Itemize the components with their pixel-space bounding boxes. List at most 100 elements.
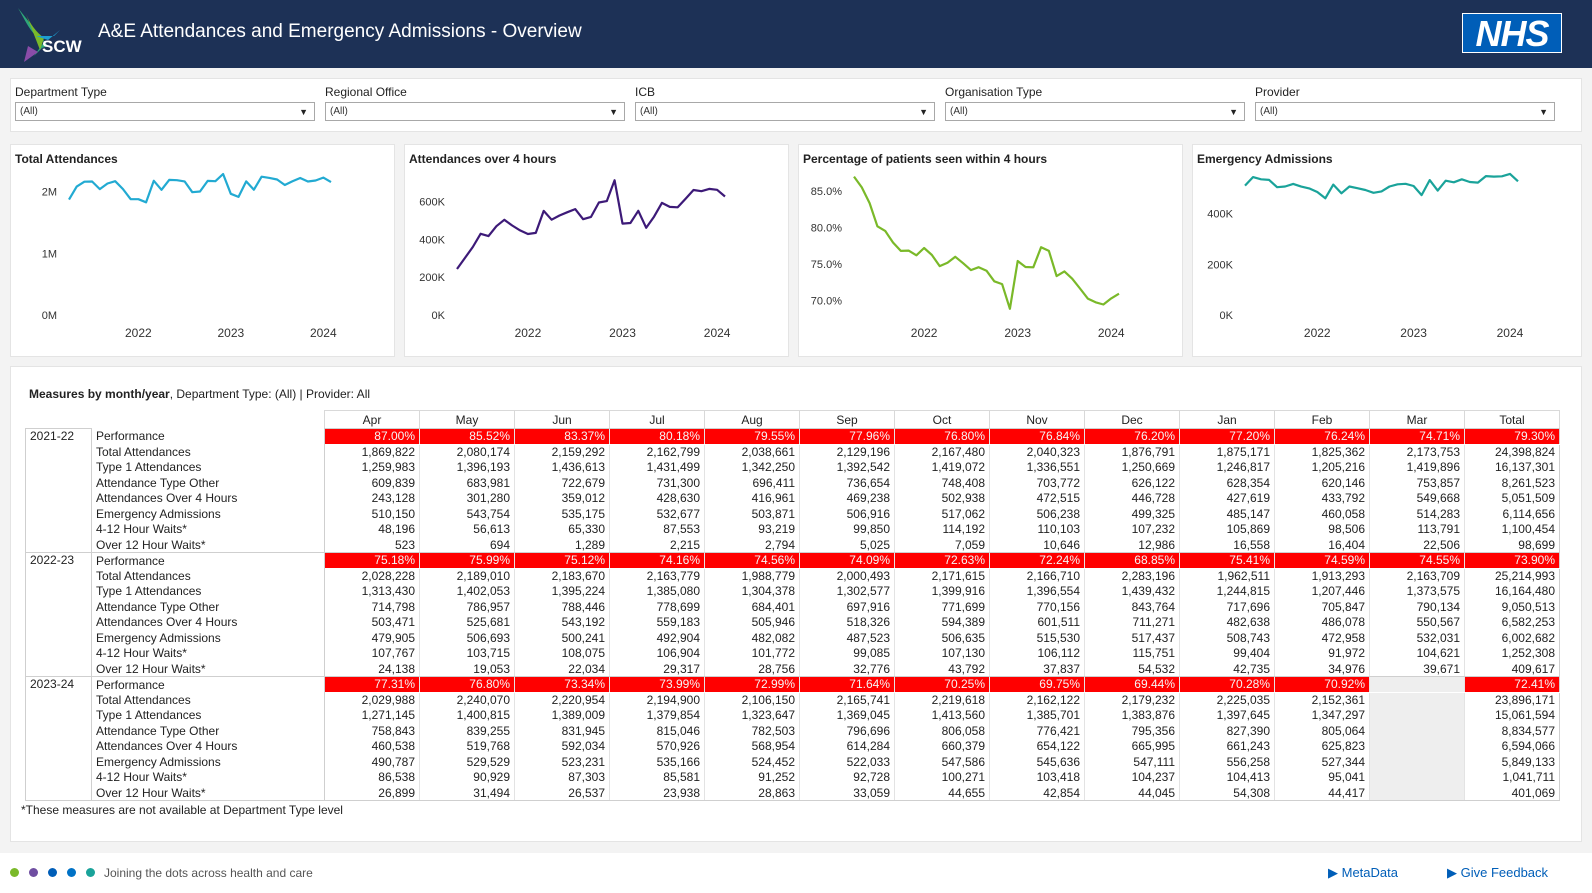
table-cell: 91,252	[704, 769, 800, 785]
table-cell: 1,439,432	[1084, 583, 1180, 599]
table-cell: 1,336,551	[989, 459, 1085, 475]
table-cell: 1,869,822	[324, 444, 420, 460]
table-row: Type 1 Attendances 1,259,983 1,396,193 1,43…	[26, 459, 1560, 475]
table-cell: 98,699	[1464, 537, 1560, 553]
x-tick-label: 2023	[1400, 326, 1427, 340]
table-cell: 665,995	[1084, 738, 1180, 754]
table-cell: 105,869	[1179, 521, 1275, 537]
table-cell: 8,261,523	[1464, 475, 1560, 491]
table-cell: 2,166,710	[989, 568, 1085, 584]
table-cell: 2,173,753	[1369, 444, 1465, 460]
table-cell: 79.30%	[1464, 428, 1560, 445]
table-cell: 776,421	[989, 723, 1085, 739]
department-type-dropdown[interactable]: (All) ▼	[15, 102, 315, 121]
table-row: Type 1 Attendances 1,313,430 1,402,053 1,39…	[26, 583, 1560, 599]
x-tick-label: 2022	[515, 326, 542, 340]
table-cell: 609,839	[324, 475, 420, 491]
table-cell: 696,411	[704, 475, 800, 491]
table-cell: 2,162,799	[609, 444, 705, 460]
emergency-admissions-chart: 0K 200K 400K 2022 2023 2024	[1207, 172, 1524, 340]
x-tick-label: 2022	[911, 326, 938, 340]
x-tick-label: 2023	[1004, 326, 1031, 340]
table-cell: 1,347,297	[1274, 707, 1370, 723]
provider-dropdown[interactable]: (All) ▼	[1255, 102, 1555, 121]
icb-dropdown[interactable]: (All) ▼	[635, 102, 935, 121]
table-cell: 661,243	[1179, 738, 1275, 754]
table-cell: 1,962,511	[1179, 568, 1275, 584]
table-cell: 1,246,817	[1179, 459, 1275, 475]
table-cell: 510,150	[324, 506, 420, 522]
table-cell: 705,847	[1274, 599, 1370, 615]
table-cell: 34,976	[1274, 661, 1370, 677]
table-cell: 1,431,499	[609, 459, 705, 475]
table-cell: 16,164,480	[1464, 583, 1560, 599]
table-cell: 1,825,362	[1274, 444, 1370, 460]
y-tick-label: 0K	[432, 310, 446, 322]
table-cell: 714,798	[324, 599, 420, 615]
table-cell: 5,025	[799, 537, 895, 553]
table-cell: 107,232	[1084, 521, 1180, 537]
table-cell: 43,792	[894, 661, 990, 677]
table-cell: 68.85%	[1084, 552, 1180, 569]
give-feedback-link[interactable]: ▶ Give Feedback	[1447, 865, 1548, 881]
table-cell: 506,693	[419, 630, 515, 646]
table-cell: 114,192	[894, 521, 990, 537]
table-cell: 104,413	[1179, 769, 1275, 785]
organisation-type-dropdown[interactable]: (All) ▼	[945, 102, 1245, 121]
y-tick-label: 400K	[1207, 209, 1233, 221]
table-cell: 654,122	[989, 738, 1085, 754]
table-cell: 485,147	[1179, 506, 1275, 522]
table-cell: 28,863	[704, 785, 800, 801]
table-cell: 703,772	[989, 475, 1085, 491]
table-cell: 472,958	[1274, 630, 1370, 646]
table-cell: 2,029,988	[324, 692, 420, 708]
table-cell: 626,122	[1084, 475, 1180, 491]
table-cell: 106,904	[609, 645, 705, 661]
table-cell: 503,471	[324, 614, 420, 630]
table-cell: 24,138	[324, 661, 420, 677]
table-cell: 1,252,308	[1464, 645, 1560, 661]
table-cell: 2,040,323	[989, 444, 1085, 460]
footer-dot	[48, 868, 57, 877]
table-cell: 23,938	[609, 785, 705, 801]
table-cell: 76.80%	[894, 428, 990, 445]
table-cell: 535,175	[514, 506, 610, 522]
table-cell: 5,849,133	[1464, 754, 1560, 770]
table-cell: 74.16%	[609, 552, 705, 569]
table-cell: 506,916	[799, 506, 895, 522]
table-cell: 75.41%	[1179, 552, 1275, 569]
table-cell: 31,494	[419, 785, 515, 801]
table-cell: 1,304,378	[704, 583, 800, 599]
table-cell: 771,699	[894, 599, 990, 615]
table-cell: 2,028,228	[324, 568, 420, 584]
table-cell: 1,100,454	[1464, 521, 1560, 537]
table-cell: 24,398,824	[1464, 444, 1560, 460]
table-cell	[1369, 769, 1465, 785]
table-cell: 2,283,196	[1084, 568, 1180, 584]
table-cell: 73.99%	[609, 676, 705, 693]
table-cell: 1,396,554	[989, 583, 1085, 599]
table-cell: 525,681	[419, 614, 515, 630]
table-cell: 506,238	[989, 506, 1085, 522]
table-cell: 547,586	[894, 754, 990, 770]
year-label: 2021-22	[25, 428, 92, 553]
column-header: Dec	[1084, 410, 1180, 429]
table-cell: 570,926	[609, 738, 705, 754]
table-cell: 1,397,645	[1179, 707, 1275, 723]
table-cell: 1,041,711	[1464, 769, 1560, 785]
table-cell: 2,194,900	[609, 692, 705, 708]
table-cell: 2,220,954	[514, 692, 610, 708]
regional-office-dropdown[interactable]: (All) ▼	[325, 102, 625, 121]
table-cell: 2,189,010	[419, 568, 515, 584]
x-tick-label: 2023	[217, 326, 244, 340]
table-cell: 1,244,815	[1179, 583, 1275, 599]
metadata-link[interactable]: ▶ MetaData	[1328, 865, 1398, 881]
table-cell: 1,419,072	[894, 459, 990, 475]
table-cell: 1,400,815	[419, 707, 515, 723]
table-cell: 502,938	[894, 490, 990, 506]
table-cell: 23,896,171	[1464, 692, 1560, 708]
table-cell: 22,034	[514, 661, 610, 677]
table-cell: 6,582,253	[1464, 614, 1560, 630]
table-cell: 98,506	[1274, 521, 1370, 537]
table-cell: 107,130	[894, 645, 990, 661]
